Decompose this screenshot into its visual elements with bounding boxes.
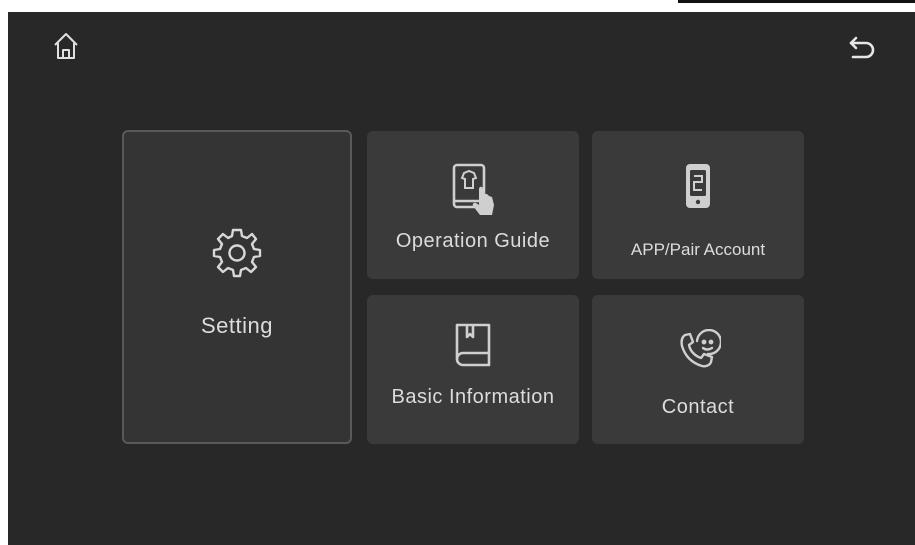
gear-icon [212,228,262,278]
phone-smile-icon [680,329,721,368]
back-arrow-icon [849,36,875,59]
home-icon [54,33,78,59]
operation-guide-tile[interactable]: Operation Guide [367,131,579,279]
top-edge-bar [678,0,915,3]
contact-tile[interactable]: Contact [592,295,804,444]
back-button[interactable] [842,28,882,68]
device-screen: Setting Operation Guide APP/Pair Account… [8,12,915,545]
basic-information-label: Basic Information [391,386,555,408]
app-pair-account-label: APP/Pair Account [630,240,766,259]
book-icon [455,323,491,367]
contact-label: Contact [661,396,735,418]
home-button[interactable] [46,26,86,66]
basic-information-tile[interactable]: Basic Information [367,295,579,444]
operation-guide-label: Operation Guide [395,230,551,252]
book-hand-touch-icon [452,163,494,215]
phone-link-icon [686,164,710,208]
app-pair-account-tile[interactable]: APP/Pair Account [592,131,804,279]
setting-tile[interactable]: Setting [122,130,352,444]
setting-label: Setting [201,313,273,338]
